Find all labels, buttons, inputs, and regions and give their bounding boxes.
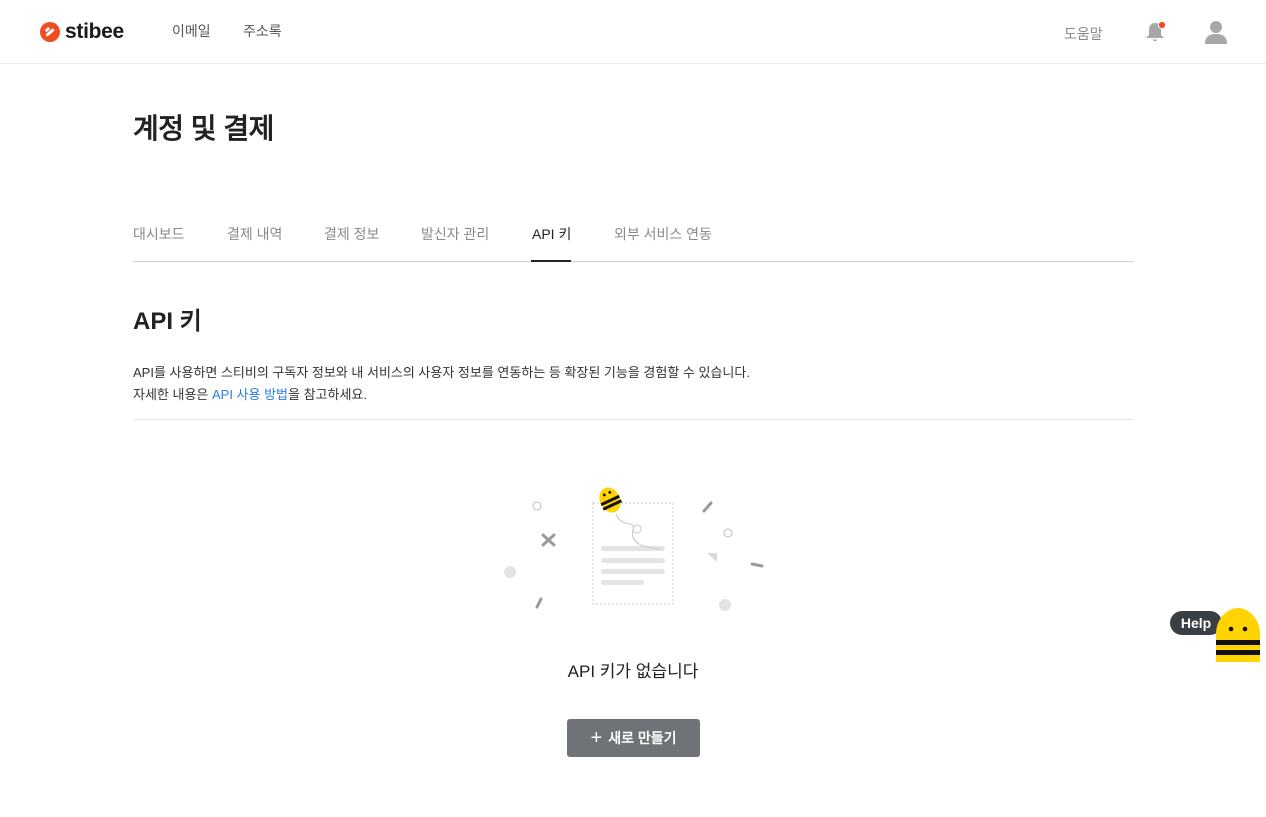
api-usage-link[interactable]: API 사용 방법: [212, 387, 288, 402]
active-tab-indicator: [531, 260, 571, 262]
notification-bell-icon[interactable]: [1143, 20, 1167, 44]
page-title: 계정 및 결제: [133, 113, 274, 144]
bee-mascot-icon: [1216, 608, 1260, 662]
user-avatar-icon[interactable]: [1203, 19, 1229, 45]
nav-item-email[interactable]: 이메일: [172, 21, 211, 41]
tab-payment-info[interactable]: 결제 정보: [324, 224, 379, 244]
empty-state-message: API 키가 없습니다: [567, 662, 699, 681]
description-suffix: 을 참고하세요.: [288, 387, 367, 402]
create-button-label: 새로 만들기: [608, 730, 677, 746]
help-link[interactable]: 도움말: [1064, 24, 1103, 44]
description-line-2: 자세한 내용은 API 사용 방법을 참고하세요.: [133, 384, 750, 406]
logo-text: stibee: [65, 20, 124, 43]
section-title: API 키: [133, 308, 202, 335]
stibee-logo[interactable]: stibee: [40, 20, 124, 44]
description-line-1: API를 사용하면 스티비의 구독자 정보와 내 서비스의 사용자 정보를 연동…: [133, 365, 750, 380]
tab-sender-management[interactable]: 발신자 관리: [421, 224, 489, 244]
description-prefix: 자세한 내용은: [133, 387, 212, 402]
create-api-key-button[interactable]: + 새로 만들기: [567, 719, 700, 757]
help-widget[interactable]: Help: [1170, 605, 1266, 665]
logo-mark-icon: [40, 22, 60, 42]
top-navigation-bar: stibee 이메일 주소록 도움말: [0, 0, 1266, 64]
account-tabs: 대시보드 결제 내역 결제 정보 발신자 관리 API 키 외부 서비스 연동: [133, 216, 1134, 262]
tab-external-integration[interactable]: 외부 서비스 연동: [614, 224, 712, 244]
plus-icon: +: [590, 727, 603, 749]
nav-item-address-book[interactable]: 주소록: [243, 21, 282, 41]
section-description: API를 사용하면 스티비의 구독자 정보와 내 서비스의 사용자 정보를 연동…: [133, 362, 750, 406]
tab-api-key[interactable]: API 키: [532, 224, 571, 244]
tab-payment-history[interactable]: 결제 내역: [227, 224, 282, 244]
tab-dashboard[interactable]: 대시보드: [133, 224, 185, 244]
section-divider: [133, 419, 1134, 420]
empty-state-illustration: [504, 487, 764, 611]
